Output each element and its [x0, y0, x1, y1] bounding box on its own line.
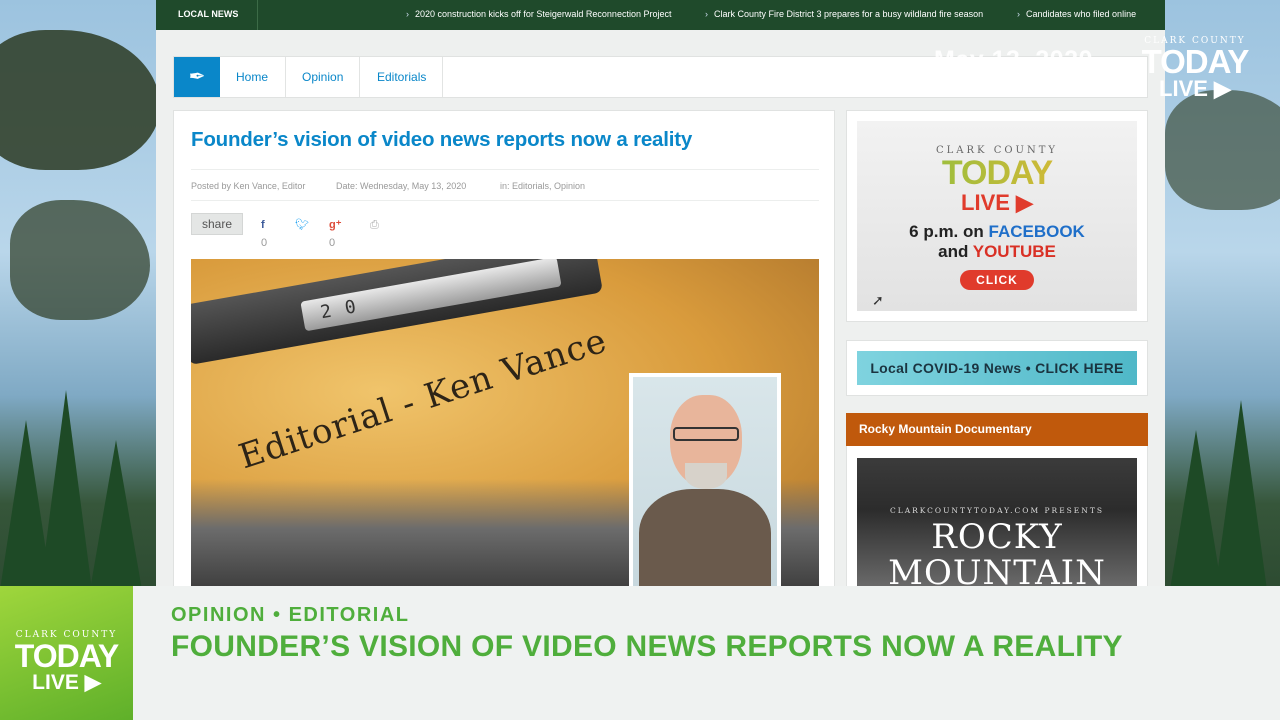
logo-today: TODAY — [14, 638, 119, 674]
lower-third-logo: CLARK COUNTY TODAY LIVE ▶ — [0, 586, 133, 720]
print-button[interactable]: ⎙ — [370, 216, 379, 234]
tree-branches-right — [1165, 90, 1280, 210]
twitter-share[interactable]: 🐦︎ — [295, 216, 309, 234]
breadcrumb-home[interactable]: Home — [236, 57, 268, 97]
breadcrumb-divider — [359, 57, 360, 97]
print-icon: ⎙ — [370, 219, 379, 231]
play-circle-icon: ▶ — [1016, 190, 1033, 215]
ad-schedule: 6 p.m. on FACEBOOK and YOUTUBE — [857, 222, 1137, 262]
logo-live: LIVE ▶ — [1159, 76, 1231, 101]
facebook-count: 0 — [261, 237, 268, 249]
documentary-title: ROCKY MOUNTAIN — [888, 517, 1106, 586]
ticker-item[interactable]: 2020 construction kicks off for Steigerw… — [406, 9, 671, 19]
play-circle-icon: ▶ — [84, 671, 101, 694]
documentary-presents: CLARKCOUNTYTODAY.COM PRESENTS — [890, 506, 1104, 515]
ad-click-button[interactable]: CLICK — [960, 270, 1034, 290]
breadcrumb-divider — [442, 57, 443, 97]
portrait-beard — [685, 463, 727, 489]
ad-time: 6 p.m. on — [909, 222, 989, 241]
covid-widget: Local COVID-19 News • CLICK HERE — [846, 340, 1148, 396]
logo-live: LIVE ▶ — [32, 671, 101, 694]
article-title[interactable]: Founder’s vision of video news reports n… — [191, 128, 692, 152]
facebook-icon: f — [261, 219, 265, 231]
website-frame: LOCAL NEWS 2020 construction kicks off f… — [156, 0, 1165, 586]
google-plus-share[interactable]: g⁺ 0 — [329, 216, 342, 249]
lower-third: CLARK COUNTY TODAY LIVE ▶ OPINION • EDIT… — [0, 586, 1280, 720]
broadcast-logo: CLARK COUNTY TODAY LIVE ▶ — [1130, 36, 1260, 100]
article-categories[interactable]: in: Editorials, Opinion — [500, 181, 585, 191]
ad-live: LIVE ▶ — [961, 190, 1033, 215]
live-ad-widget: CLARK COUNTY TODAY LIVE ▶ 6 p.m. on FACE… — [846, 110, 1148, 322]
twitter-icon: 🐦︎ — [295, 219, 309, 231]
mouse-cursor-icon: ➚ — [872, 292, 884, 308]
play-circle-icon: ▶ — [1214, 76, 1231, 101]
article-hero-image: 20 Editorial - Ken Vance — [191, 259, 819, 586]
lower-third-kicker: OPINION • EDITORIAL — [171, 604, 410, 626]
ticker-label: LOCAL NEWS — [156, 0, 258, 30]
pine-tree — [40, 390, 92, 590]
article-meta: Posted by Ken Vance, Editor Date: Wednes… — [191, 169, 819, 201]
google-plus-icon: g⁺ — [329, 219, 342, 231]
article-card: Founder’s vision of video news reports n… — [173, 110, 835, 586]
breadcrumb-editorials[interactable]: Editorials — [377, 57, 426, 97]
ad-facebook: FACEBOOK — [988, 222, 1085, 241]
author-photo — [633, 377, 777, 586]
breadcrumb-divider — [285, 57, 286, 97]
ad-and: and — [938, 242, 973, 261]
share-button[interactable]: share — [191, 213, 243, 235]
google-plus-count: 0 — [329, 237, 336, 249]
tree-branches-left — [0, 30, 160, 170]
documentary-heading: Rocky Mountain Documentary — [846, 413, 1148, 446]
article-date: Date: Wednesday, May 13, 2020 — [336, 181, 467, 191]
ad-today: TODAY — [857, 156, 1137, 190]
lower-third-headline: FOUNDER’S VISION OF VIDEO NEWS REPORTS N… — [171, 630, 1123, 663]
tree-branches-left-lower — [10, 200, 150, 320]
feather-icon: ✒ — [174, 57, 220, 97]
ticker-item[interactable]: Candidates who filed online — [1017, 9, 1136, 19]
portrait-shirt — [639, 489, 771, 586]
covid-banner[interactable]: Local COVID-19 News • CLICK HERE — [857, 351, 1137, 385]
portrait-glasses — [673, 427, 739, 441]
pine-tree — [90, 440, 142, 590]
live-ad-banner[interactable]: CLARK COUNTY TODAY LIVE ▶ 6 p.m. on FACE… — [857, 121, 1137, 311]
documentary-widget: CLARKCOUNTYTODAY.COM PRESENTS ROCKY MOUN… — [846, 446, 1148, 586]
broadcast-date: May 13, 2020 — [934, 46, 1093, 74]
logo-today: TODAY — [1141, 43, 1250, 80]
ticker-item[interactable]: Clark County Fire District 3 prepares fo… — [705, 9, 983, 19]
documentary-banner[interactable]: CLARKCOUNTYTODAY.COM PRESENTS ROCKY MOUN… — [857, 458, 1137, 586]
breadcrumb-opinion[interactable]: Opinion — [302, 57, 343, 97]
news-ticker: LOCAL NEWS 2020 construction kicks off f… — [156, 0, 1165, 30]
facebook-share[interactable]: f 0 — [261, 216, 267, 249]
pine-tree — [1215, 400, 1267, 590]
author-portrait — [629, 373, 781, 586]
article-author[interactable]: Posted by Ken Vance, Editor — [191, 181, 305, 191]
ad-youtube: YOUTUBE — [972, 242, 1056, 261]
